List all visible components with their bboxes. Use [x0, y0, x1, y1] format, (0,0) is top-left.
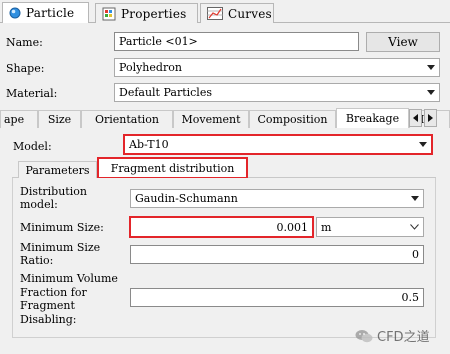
minimum-size-label: Minimum Size:: [20, 221, 104, 234]
model-label: Model:: [13, 140, 52, 153]
tab-curves[interactable]: Curves: [200, 3, 274, 23]
distribution-value: Gaudin-Schumann: [135, 192, 238, 205]
material-value: Default Particles: [119, 86, 212, 99]
properties-icon: [102, 7, 116, 20]
shape-label: Shape:: [6, 62, 45, 75]
watermark: CFD之道: [355, 326, 430, 345]
tab-properties-label: Properties: [121, 6, 187, 21]
tab-particle-label: Particle: [26, 6, 75, 20]
tab-scroll-arrows: [409, 109, 437, 127]
shape-value: Polyhedron: [119, 61, 182, 74]
minimum-size-ratio-input[interactable]: 0: [130, 245, 424, 264]
min-volume-fraction-input[interactable]: 0.5: [130, 288, 424, 307]
name-input[interactable]: Particle <01>: [114, 32, 359, 51]
wechat-icon: [355, 329, 373, 342]
minimum-size-input[interactable]: 0.001: [129, 216, 314, 238]
material-label: Material:: [6, 87, 58, 100]
tab-curves-label: Curves: [228, 6, 272, 21]
watermark-text: CFD之道: [377, 330, 430, 345]
tab-breakage[interactable]: Breakage: [336, 108, 409, 128]
distribution-select[interactable]: Gaudin-Schumann: [130, 189, 424, 208]
name-label: Name:: [6, 36, 43, 49]
material-select[interactable]: Default Particles: [114, 83, 440, 102]
view-button[interactable]: View: [366, 32, 440, 52]
distribution-label: Distribution model:: [20, 185, 87, 211]
particle-icon: [9, 7, 21, 19]
tab-shape[interactable]: ape: [0, 110, 38, 128]
chevron-down-icon: [410, 224, 419, 230]
shape-select[interactable]: Polyhedron: [114, 58, 440, 77]
tab-properties[interactable]: Properties: [95, 3, 198, 23]
chevron-down-icon: [419, 142, 427, 147]
scroll-left-icon[interactable]: [409, 109, 422, 127]
model-select[interactable]: Ab-T10: [123, 134, 433, 155]
tab-parameters[interactable]: Parameters: [18, 161, 97, 178]
scroll-right-icon[interactable]: [424, 109, 437, 127]
curves-icon: [207, 7, 223, 20]
tab-fragment-distribution[interactable]: Fragment distribution: [97, 157, 248, 179]
tab-movement[interactable]: Movement: [173, 110, 249, 128]
minimum-size-ratio-label: Minimum Size Ratio:: [20, 241, 101, 267]
min-volume-fraction-label: Minimum Volume Fraction for Fragment Dis…: [20, 272, 118, 326]
chevron-down-icon: [411, 196, 419, 201]
tab-composition[interactable]: Composition: [249, 110, 336, 128]
chevron-down-icon: [427, 65, 435, 70]
tab-particle[interactable]: Particle: [2, 2, 89, 23]
unit-value: m: [321, 220, 332, 234]
unit-select[interactable]: m: [316, 217, 424, 237]
chevron-down-icon: [427, 90, 435, 95]
tab-size[interactable]: Size: [38, 110, 81, 128]
model-value: Ab-T10: [129, 138, 169, 151]
tab-orientation[interactable]: Orientation: [81, 110, 173, 128]
